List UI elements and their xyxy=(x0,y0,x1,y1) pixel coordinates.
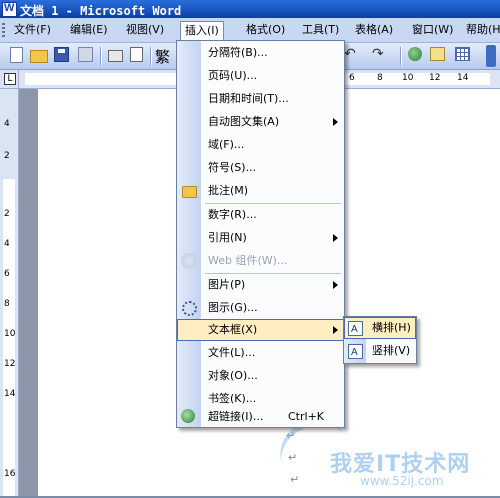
ruler-number: 10 xyxy=(402,73,414,83)
redo-icon[interactable]: ↷ xyxy=(372,46,384,62)
submenu-arrow-icon xyxy=(333,281,338,289)
ruler-number: 4 xyxy=(4,119,10,129)
insert-web-component[interactable]: Web 组件(W)... xyxy=(177,250,344,272)
vertical-text-box-icon xyxy=(348,342,363,364)
menu-item-label: 引用(N) xyxy=(208,231,247,244)
print-icon[interactable] xyxy=(108,50,123,62)
ruler-number: 16 xyxy=(4,469,16,479)
menu-view[interactable]: 视图(V) xyxy=(122,21,168,39)
vertical-ruler[interactable]: 4 2 2 4 6 8 10 12 14 16 xyxy=(0,89,19,496)
insert-autotext[interactable]: 自动图文集(A) xyxy=(177,111,344,133)
drawing-icon[interactable] xyxy=(430,47,445,61)
tab-selector[interactable]: L xyxy=(0,70,19,89)
insert-picture[interactable]: 图片(P) xyxy=(177,274,344,296)
menu-item-label: 超链接(I)... xyxy=(208,410,264,423)
menu-tools[interactable]: 工具(T) xyxy=(298,21,343,39)
menu-item-label: 日期和时间(T)... xyxy=(208,92,289,105)
web-component-icon xyxy=(181,253,197,269)
menu-item-label: 对象(O)... xyxy=(208,369,258,382)
window-title: 文档 1 - Microsoft Word xyxy=(20,4,182,18)
text-box-vertical[interactable]: 竖排(V) xyxy=(344,340,416,364)
ruler-number: 8 xyxy=(4,299,10,309)
menu-item-label: 域(F)... xyxy=(208,138,245,151)
menu-item-label: 批注(M) xyxy=(208,184,249,197)
menu-item-label: 图片(P) xyxy=(208,278,246,291)
menu-format[interactable]: 格式(O) xyxy=(242,21,289,39)
ruler-number: 12 xyxy=(429,73,441,83)
horizontal-text-box-icon xyxy=(348,319,363,341)
ruler-number: 2 xyxy=(4,151,10,161)
submenu-arrow-icon xyxy=(333,234,338,242)
insert-diagram[interactable]: 图示(G)... xyxy=(177,297,344,319)
menu-window[interactable]: 窗口(W) xyxy=(408,21,457,39)
ruler-number: 10 xyxy=(4,329,16,339)
menu-item-label: Web 组件(W)... xyxy=(208,254,288,267)
undo-icon[interactable]: ↶ xyxy=(344,46,356,62)
menu-item-label: 分隔符(B)... xyxy=(208,46,268,59)
hyperlink-globe-icon xyxy=(181,409,195,423)
menu-item-label: 自动图文集(A) xyxy=(208,115,280,128)
menu-help[interactable]: 帮助(H) xyxy=(462,21,500,39)
submenu-arrow-icon xyxy=(333,118,338,126)
save-icon[interactable] xyxy=(54,47,69,62)
submenu-arrow-icon xyxy=(333,326,338,334)
insert-hyperlink[interactable]: 超链接(I)... Ctrl+K xyxy=(177,406,344,428)
insert-date-time[interactable]: 日期和时间(T)... xyxy=(177,88,344,110)
text-box-submenu: 横排(H) 竖排(V) xyxy=(343,316,417,364)
permission-icon[interactable] xyxy=(78,47,93,62)
insert-text-box[interactable]: 文本框(X) xyxy=(177,319,344,341)
traditional-chinese-button[interactable]: 繁 xyxy=(155,46,170,66)
ruler-number: 4 xyxy=(4,239,10,249)
print-preview-icon[interactable] xyxy=(130,47,143,62)
menu-table[interactable]: 表格(A) xyxy=(351,21,397,39)
ruler-number: 8 xyxy=(377,73,383,83)
insert-number[interactable]: 数字(R)... xyxy=(177,204,344,226)
menu-item-label: 图示(G)... xyxy=(208,301,258,314)
menu-item-label: 文件(L)... xyxy=(208,346,256,359)
shortcut-label: Ctrl+K xyxy=(288,410,325,423)
insert-object[interactable]: 对象(O)... xyxy=(177,365,344,387)
new-document-icon[interactable] xyxy=(10,47,23,63)
title-bar: 文档 1 - Microsoft Word xyxy=(0,0,500,18)
toolbar-separator xyxy=(100,47,102,65)
open-folder-icon[interactable] xyxy=(30,50,48,63)
insert-file[interactable]: 文件(L)... xyxy=(177,342,344,364)
insert-table-icon[interactable] xyxy=(455,47,470,61)
menu-item-label: 符号(S)... xyxy=(208,161,257,174)
ruler-number: 6 xyxy=(349,73,355,83)
toolbar-separator xyxy=(400,47,402,65)
ruler-number: 14 xyxy=(457,73,469,83)
menu-item-label: 竖排(V) xyxy=(372,344,411,357)
toolbar-options-chevron-icon[interactable] xyxy=(486,45,496,67)
menubar-grip[interactable] xyxy=(2,23,5,37)
comment-icon xyxy=(182,186,197,198)
menu-edit[interactable]: 编辑(E) xyxy=(66,21,112,39)
tab-stop-icon: L xyxy=(4,73,16,85)
insert-symbol[interactable]: 符号(S)... xyxy=(177,157,344,179)
insert-reference[interactable]: 引用(N) xyxy=(177,227,344,249)
text-box-horizontal[interactable]: 横排(H) xyxy=(344,317,416,341)
insert-comment[interactable]: 批注(M) xyxy=(177,180,344,202)
ruler-number: 12 xyxy=(4,359,16,369)
insert-page-numbers[interactable]: 页码(U)... xyxy=(177,65,344,87)
watermark-url: www.52ij.com xyxy=(360,474,444,488)
diagram-icon xyxy=(182,301,197,316)
menu-item-label: 页码(U)... xyxy=(208,69,258,82)
menu-item-label: 横排(H) xyxy=(372,321,411,334)
menu-item-label: 文本框(X) xyxy=(208,323,258,336)
ruler-number: 14 xyxy=(4,389,16,399)
ruler-number: 2 xyxy=(4,209,10,219)
insert-field[interactable]: 域(F)... xyxy=(177,134,344,156)
insert-break[interactable]: 分隔符(B)... xyxy=(177,42,344,64)
insert-menu-dropdown: 分隔符(B)... 页码(U)... 日期和时间(T)... 自动图文集(A) … xyxy=(176,40,345,428)
menu-file[interactable]: 文件(F) xyxy=(10,21,55,39)
word-app-icon[interactable] xyxy=(2,2,17,17)
menu-item-label: 数字(R)... xyxy=(208,208,257,221)
toolbar-separator xyxy=(150,47,152,65)
ruler-number: 6 xyxy=(4,269,10,279)
hyperlink-icon[interactable] xyxy=(408,47,422,61)
